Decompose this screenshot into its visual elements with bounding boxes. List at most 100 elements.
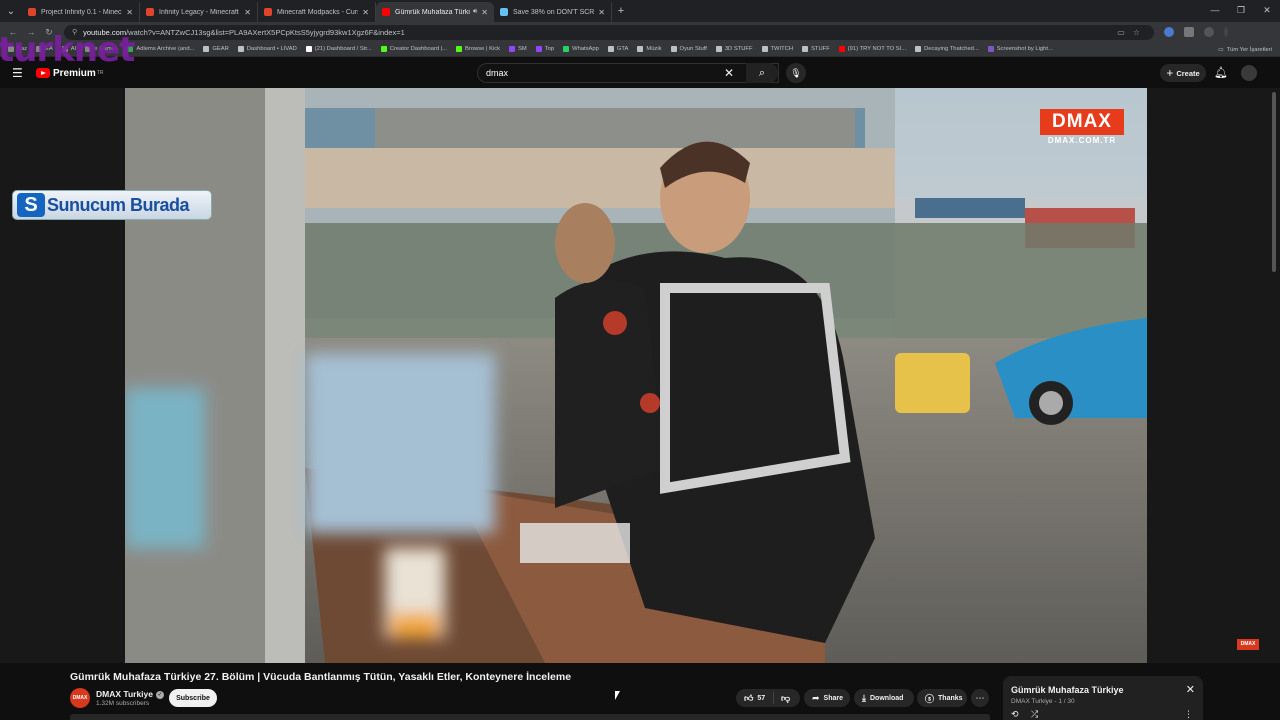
playlist-more-icon[interactable]: ⋮ xyxy=(1184,709,1193,720)
subscriber-count: 1.32M subscribers xyxy=(96,700,150,707)
bookmark-item[interactable]: Decaying Thatched... xyxy=(915,46,979,52)
bookmark-star-icon[interactable]: ☆ xyxy=(1133,28,1140,37)
bookmark-favicon-icon xyxy=(670,46,677,52)
bookmark-item[interactable]: STUFF xyxy=(802,46,830,52)
like-button[interactable]: 👍︎ 57 xyxy=(736,692,774,704)
notifications-bell-icon[interactable]: 🔔︎ xyxy=(1214,66,1228,79)
omnibox-icons: ▭ ☆ xyxy=(1117,28,1140,37)
page-scrollbar[interactable] xyxy=(1272,88,1278,663)
playlist-title[interactable]: Gümrük Muhafaza Türkiye xyxy=(1011,685,1124,695)
subscribe-button[interactable]: Subscribe xyxy=(169,689,217,707)
bookmark-label: SM xyxy=(518,46,527,52)
close-playlist-icon[interactable]: ✕ xyxy=(1186,683,1195,696)
download-icon: ⤓ xyxy=(862,692,866,703)
bookmark-label: Top xyxy=(544,46,555,52)
shuffle-icon[interactable]: ⤮ xyxy=(1031,709,1038,720)
tab-close-icon[interactable]: ✕ xyxy=(481,8,488,17)
tab-close-icon[interactable]: ✕ xyxy=(598,8,605,17)
playlist-position: 1 / 30 xyxy=(1058,698,1075,705)
browser-tab[interactable]: Gümrük Muhafaza Türkiye 🔊︎ ✕ xyxy=(376,2,494,22)
download-button[interactable]: ⤓ Download xyxy=(854,689,914,707)
create-label: Create xyxy=(1176,68,1200,78)
all-bookmarks[interactable]: ▭ Tüm Yer İşaretleri xyxy=(1218,42,1272,57)
channel-avatar[interactable]: DMAX xyxy=(70,688,90,708)
search-button[interactable]: ⌕ xyxy=(746,63,778,83)
bookmark-label: Adlems Archive (and... xyxy=(136,46,195,52)
bookmark-favicon-icon xyxy=(838,46,845,52)
folder-icon: ▭ xyxy=(1218,46,1224,53)
playlist-panel: Gümrük Muhafaza Türkiye DMAX Turkiye - 1… xyxy=(1003,676,1203,720)
bookmark-label: GTA xyxy=(616,46,629,52)
bookmark-item[interactable]: SM xyxy=(509,46,527,52)
bookmark-item[interactable]: Screenshot by Light... xyxy=(987,46,1053,52)
voice-search-button[interactable]: 🎙︎ xyxy=(786,63,806,83)
user-avatar[interactable] xyxy=(1241,65,1257,81)
video-player[interactable] xyxy=(125,88,1147,663)
more-actions-button[interactable]: ⋯ xyxy=(971,689,989,707)
thanks-button[interactable]: ⓢ Thanks xyxy=(917,689,967,707)
tab-close-icon[interactable]: ✕ xyxy=(362,8,369,17)
bookmark-favicon-icon xyxy=(237,46,244,52)
channel-name[interactable]: DMAX Turkiye ✓ xyxy=(96,689,164,699)
create-button[interactable]: + Create xyxy=(1160,64,1206,82)
download-label: Download xyxy=(869,694,904,702)
tab-title: Gümrük Muhafaza Türkiye xyxy=(395,8,470,16)
bookmark-favicon-icon xyxy=(915,46,922,52)
bookmark-item[interactable]: (91) TRY NOT TO SI... xyxy=(838,46,906,52)
maximize-icon[interactable]: ❐ xyxy=(1228,0,1254,22)
dislike-button[interactable]: 👎︎ xyxy=(774,693,790,704)
new-tab-button[interactable]: + xyxy=(612,5,630,17)
bookmark-favicon-icon xyxy=(607,46,614,52)
bookmark-item[interactable]: (21) Dashboard / Str... xyxy=(305,46,372,52)
browser-tab[interactable]: Infinity Legacy - Minecraft Mods ✕ xyxy=(140,2,258,22)
bookmark-item[interactable]: Top xyxy=(535,46,555,52)
bookmark-favicon-icon xyxy=(802,46,809,52)
bookmark-item[interactable]: Dashboard • LIVAD xyxy=(237,46,297,52)
loop-icon[interactable]: ⟲ xyxy=(1011,709,1019,720)
country-code: TR xyxy=(96,70,104,76)
url-field[interactable]: ⚲ youtube.com/watch?v=ANTZwCJ13sg&list=P… xyxy=(64,24,1154,40)
browser-menu-icon[interactable] xyxy=(1224,27,1228,37)
bookmark-item[interactable]: Oyun Stuff xyxy=(670,46,707,52)
tab-search-icon[interactable]: ⌄ xyxy=(0,0,22,22)
browser-tab[interactable]: Minecraft Modpacks - CurseForg ✕ xyxy=(258,2,376,22)
bookmark-label: Müzik xyxy=(646,46,662,52)
extension-icon[interactable] xyxy=(1164,27,1174,37)
bookmark-item[interactable]: GEAR xyxy=(203,46,229,52)
clear-search-icon[interactable]: ✕ xyxy=(724,66,734,80)
bookmark-item[interactable]: Browse | Kick xyxy=(456,46,500,52)
bookmark-favicon-icon xyxy=(509,46,516,52)
profile-avatar-icon[interactable] xyxy=(1204,27,1214,37)
share-button[interactable]: ➦ Share xyxy=(804,689,850,707)
tab-close-icon[interactable]: ✕ xyxy=(244,8,251,17)
bookmarks-bar: Kaz EA AI e Game - Adlems Archive (and... GEA… xyxy=(0,42,1280,57)
browser-tab[interactable]: Save 38% on DON'T SCREAM✕ xyxy=(494,2,612,22)
cast-icon[interactable]: ▭ xyxy=(1117,28,1125,37)
tab-title: Save 38% on DON'T SCREAM xyxy=(513,8,595,16)
playlist-meta: DMAX Turkiye - 1 / 30 xyxy=(1011,698,1075,705)
bookmark-item[interactable]: Müzik xyxy=(637,46,662,52)
bookmark-item[interactable]: WhatsApp xyxy=(563,46,599,52)
search-input[interactable]: dmax ✕ xyxy=(477,63,779,83)
close-window-icon[interactable]: ✕ xyxy=(1254,0,1280,22)
bookmark-item[interactable]: Adlems Archive (and... xyxy=(127,46,194,52)
video-frame xyxy=(125,88,1147,663)
extensions-puzzle-icon[interactable] xyxy=(1184,27,1194,37)
bookmark-item[interactable]: Creator Dashboard |... xyxy=(380,46,447,52)
url-path: /watch?v=ANTZwCJ13sg&list=PLA9AXertX5PCp… xyxy=(126,27,405,37)
tab-title: Infinity Legacy - Minecraft Mods xyxy=(159,8,240,16)
browser-tab[interactable]: Project Infinity 0.1 - Minecraft M ✕ xyxy=(22,2,140,22)
bookmark-item[interactable]: TWITCH xyxy=(761,46,793,52)
bookmark-favicon-icon xyxy=(715,46,722,52)
tab-audio-icon[interactable]: 🔊︎ xyxy=(473,8,477,16)
bookmark-item[interactable]: 3D STUFF xyxy=(715,46,753,52)
scrollbar-thumb[interactable] xyxy=(1272,92,1276,272)
tab-close-icon[interactable]: ✕ xyxy=(126,8,133,17)
bookmark-favicon-icon xyxy=(761,46,768,52)
minimize-icon[interactable]: — xyxy=(1202,0,1228,22)
playlist-channel[interactable]: DMAX Turkiye xyxy=(1011,698,1053,705)
bookmark-item[interactable]: GTA xyxy=(607,46,629,52)
tab-favicon-icon xyxy=(500,8,508,16)
bookmark-label: Dashboard • LIVAD xyxy=(246,46,297,52)
bookmark-favicon-icon xyxy=(637,46,644,52)
